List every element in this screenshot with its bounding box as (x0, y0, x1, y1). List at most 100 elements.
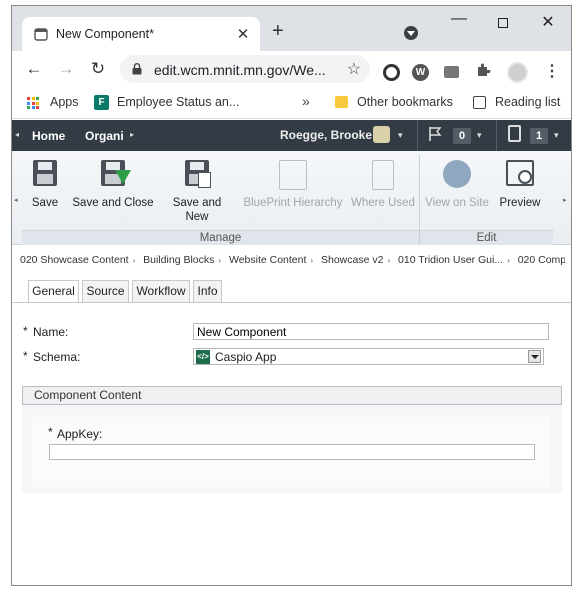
more-bookmarks-button[interactable]: » (302, 93, 310, 109)
appkey-field[interactable] (49, 444, 535, 460)
scroll-right-icon[interactable]: ▸ (130, 130, 134, 139)
preview-button[interactable]: Preview (496, 160, 544, 210)
save-and-new-label-line1: Save and (172, 197, 222, 209)
url-text[interactable]: edit.wcm.mnit.mn.gov/We... (154, 62, 326, 78)
globe-icon (443, 160, 471, 188)
reading-list-icon (473, 96, 486, 109)
breadcrumb-item[interactable]: 010 Tridion User Gui... (398, 254, 503, 266)
tab-home[interactable]: Home (32, 129, 65, 143)
new-document-icon (198, 172, 211, 188)
name-label: Name: (33, 325, 69, 339)
reading-list[interactable]: Reading list (495, 95, 560, 109)
tab-workflow[interactable]: Workflow (132, 280, 190, 302)
save-and-new-label-line2: New (185, 211, 209, 223)
user-dropdown-icon[interactable]: ▾ (398, 130, 403, 141)
clipboard-icon[interactable] (508, 125, 521, 142)
preview-label: Preview (499, 197, 541, 209)
clipboard-dropdown-icon[interactable]: ▾ (554, 130, 559, 141)
ribbon-scroll-right-icon[interactable]: ▸ (563, 196, 567, 204)
browser-tab[interactable]: New Component* ✕ (22, 17, 260, 51)
address-bar[interactable]: edit.wcm.mnit.mn.gov/We... ☆ (120, 55, 370, 83)
name-field[interactable] (193, 323, 549, 340)
breadcrumb-item[interactable]: 020 Compo (518, 254, 565, 266)
browser-menu-icon[interactable]: ⋮ (544, 61, 560, 81)
other-bookmarks[interactable]: Other bookmarks (357, 95, 453, 109)
tab-organi[interactable]: Organi (85, 129, 124, 143)
blueprint-hierarchy-label: BluePrint Hierarchy (243, 197, 343, 209)
section-body: * AppKey: (22, 405, 562, 493)
save-and-close-button[interactable]: Save and Close (70, 160, 156, 210)
save-button[interactable]: Save (28, 160, 62, 210)
tab-close-icon[interactable]: ✕ (234, 25, 252, 43)
tab-title: New Component* (56, 27, 154, 41)
tab-search-icon[interactable] (404, 26, 418, 40)
app-header-bar: ◂ Home Organi ▸ Roegge, Brooke ▾ 0 ▾ 1 ▾ (12, 120, 571, 151)
breadcrumb-separator: › (132, 256, 136, 265)
bookmark-star-icon[interactable]: ☆ (347, 59, 361, 79)
tab-underline (12, 302, 571, 303)
user-name[interactable]: Roegge, Brooke (280, 128, 372, 142)
where-used-label: Where Used (351, 197, 415, 209)
tab-strip: New Component* ✕ + — ✕ (12, 6, 571, 51)
appkey-label: AppKey: (57, 427, 103, 441)
page-favicon-icon (34, 28, 48, 41)
breadcrumb-separator: › (507, 256, 510, 265)
section-inner-panel: * AppKey: (32, 417, 550, 487)
extension-g-icon[interactable] (383, 64, 400, 81)
breadcrumb-separator: › (218, 256, 222, 265)
lock-icon (132, 63, 142, 75)
where-used-icon (372, 160, 394, 190)
scroll-left-icon[interactable]: ◂ (15, 130, 19, 139)
blueprint-hierarchy-button[interactable]: BluePrint Hierarchy (241, 160, 345, 210)
forward-button[interactable]: → (56, 59, 76, 79)
schema-selected-value: Caspio App (215, 350, 277, 364)
reload-button[interactable]: ↻ (88, 59, 108, 79)
profile-avatar[interactable] (507, 62, 528, 83)
required-marker: * (48, 425, 53, 439)
back-button[interactable]: ← (24, 59, 44, 79)
browser-window: New Component* ✕ + — ✕ ← → ↻ edit.wcm.mn… (11, 5, 572, 586)
camera-icon[interactable] (444, 66, 459, 78)
flag-dropdown-icon[interactable]: ▾ (477, 130, 482, 141)
bookmark-employee-status[interactable]: Employee Status an... (117, 95, 239, 109)
apps-grid-icon[interactable] (27, 97, 39, 109)
maximize-button[interactable] (493, 15, 513, 33)
where-used-button[interactable]: Where Used (350, 160, 416, 210)
save-and-close-label: Save and Close (72, 197, 154, 209)
save-label: Save (31, 197, 59, 209)
required-marker: * (23, 349, 28, 363)
tab-general[interactable]: General (28, 280, 79, 303)
hierarchy-icon (279, 160, 307, 190)
extensions-puzzle-icon[interactable] (476, 62, 492, 78)
view-on-site-button[interactable]: View on Site (424, 160, 490, 210)
divider (417, 120, 418, 151)
view-on-site-label: View on Site (425, 197, 489, 209)
green-arrow-icon (115, 170, 131, 184)
breadcrumb: 020 Showcase Content › Building Blocks › W… (20, 254, 565, 266)
extension-w-icon[interactable]: W (412, 64, 429, 81)
flag-icon[interactable] (428, 126, 442, 142)
tab-info[interactable]: Info (193, 280, 222, 302)
ribbon-group-edit: Edit (420, 230, 553, 245)
schema-select[interactable]: </> Caspio App (193, 348, 544, 365)
user-avatar-icon (373, 126, 390, 143)
divider (496, 120, 497, 151)
ribbon-group-manage: Manage (22, 230, 419, 245)
new-tab-button[interactable]: + (272, 21, 284, 41)
address-toolbar: ← → ↻ edit.wcm.mnit.mn.gov/We... ☆ W ⋮ (12, 51, 571, 87)
breadcrumb-item[interactable]: Building Blocks (143, 254, 214, 266)
preview-icon (506, 160, 534, 186)
breadcrumb-separator: › (387, 256, 391, 265)
forms-app-icon: F (94, 95, 109, 110)
breadcrumb-item[interactable]: Showcase v2 (321, 254, 383, 266)
save-and-new-button[interactable]: Save and New (169, 160, 225, 224)
bookmark-apps[interactable]: Apps (50, 95, 79, 109)
tab-source[interactable]: Source (82, 280, 129, 302)
schema-label: Schema: (33, 350, 81, 364)
chevron-down-icon[interactable] (528, 350, 541, 363)
close-window-button[interactable]: ✕ (538, 12, 558, 31)
ribbon-scroll-left-icon[interactable]: ◂ (14, 196, 18, 204)
breadcrumb-item[interactable]: Website Content (229, 254, 306, 266)
minimize-button[interactable]: — (449, 10, 469, 28)
breadcrumb-item[interactable]: 020 Showcase Content (20, 254, 129, 266)
